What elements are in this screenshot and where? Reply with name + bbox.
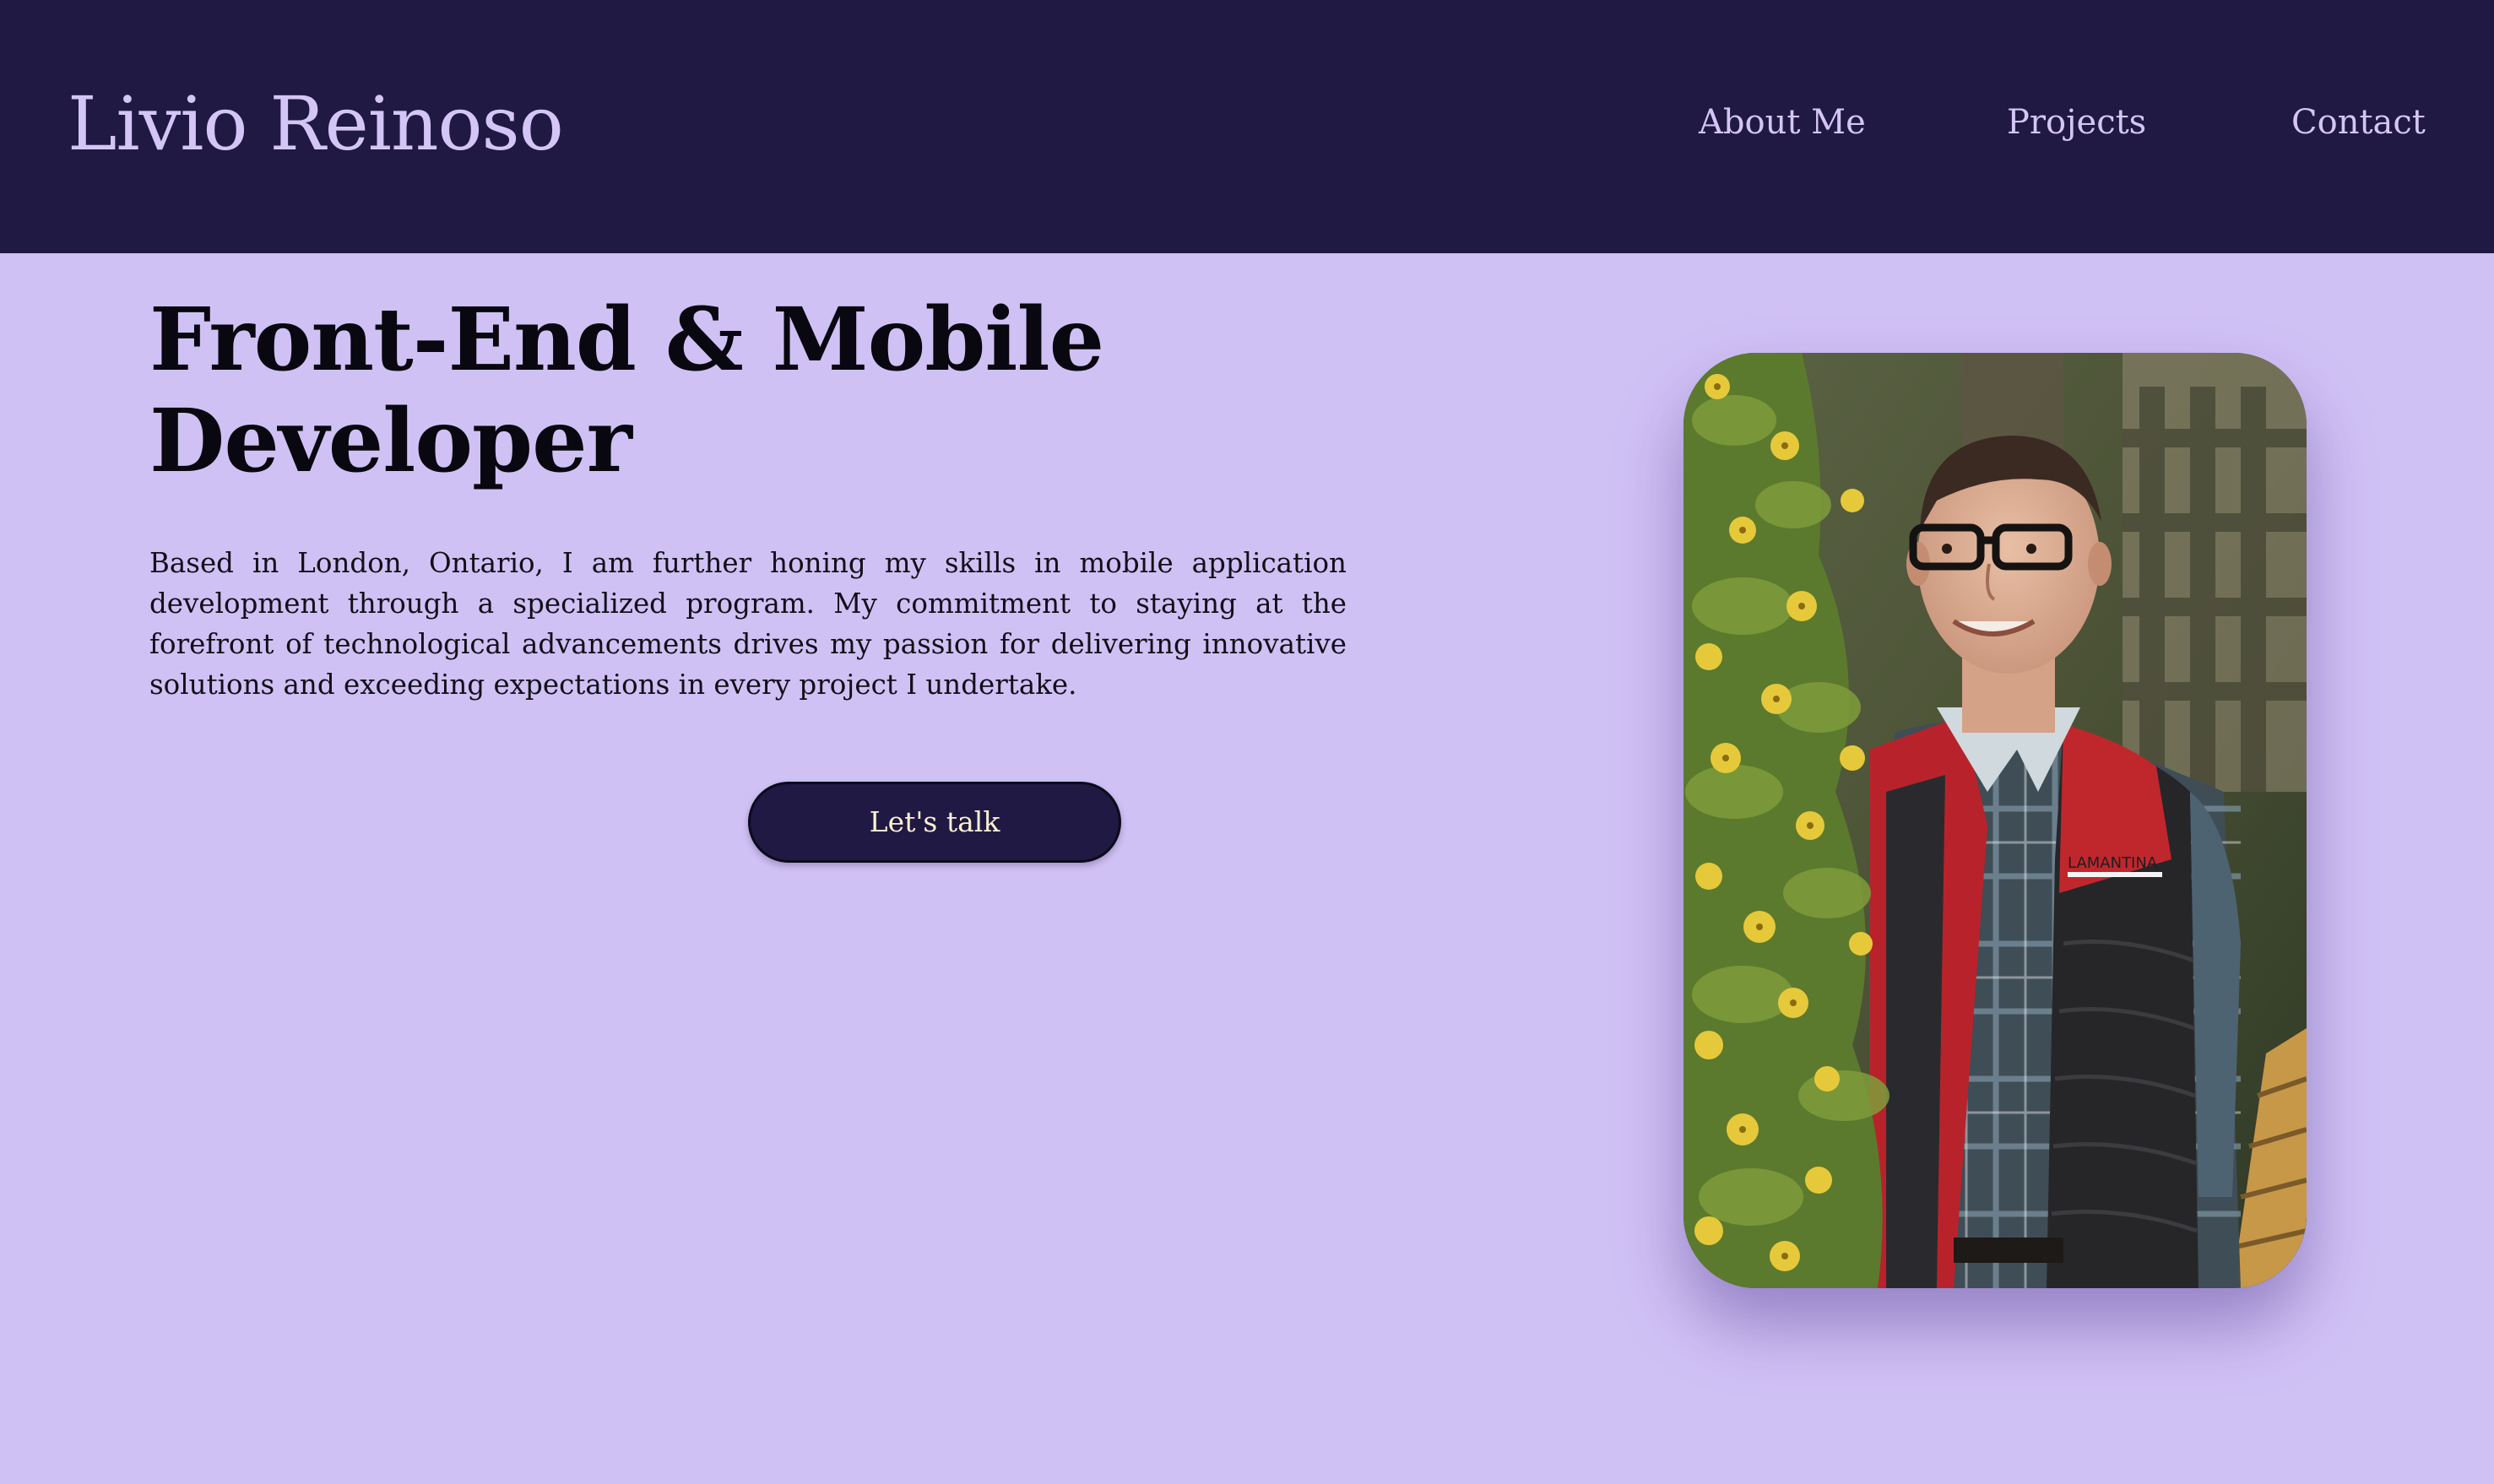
- site-header: Livio Reinoso About Me Projects Contact: [0, 0, 2494, 253]
- profile-photo: LAMANTINA: [1683, 353, 2307, 1288]
- vest-logo-text: LAMANTINA: [2068, 854, 2158, 872]
- lets-talk-button[interactable]: Let's talk: [748, 782, 1121, 863]
- nav-link-projects[interactable]: Projects: [2007, 97, 2146, 148]
- profile-photo-illustration: LAMANTINA: [1683, 353, 2307, 1288]
- hero-title: Front-End & Mobile Developer: [149, 289, 1104, 492]
- brand-logo[interactable]: Livio Reinoso: [68, 74, 564, 174]
- nav-link-contact[interactable]: Contact: [2291, 97, 2426, 148]
- hero-description: Based in London, Ontario, I am further h…: [149, 547, 1347, 701]
- nav-link-about[interactable]: About Me: [1699, 97, 1866, 148]
